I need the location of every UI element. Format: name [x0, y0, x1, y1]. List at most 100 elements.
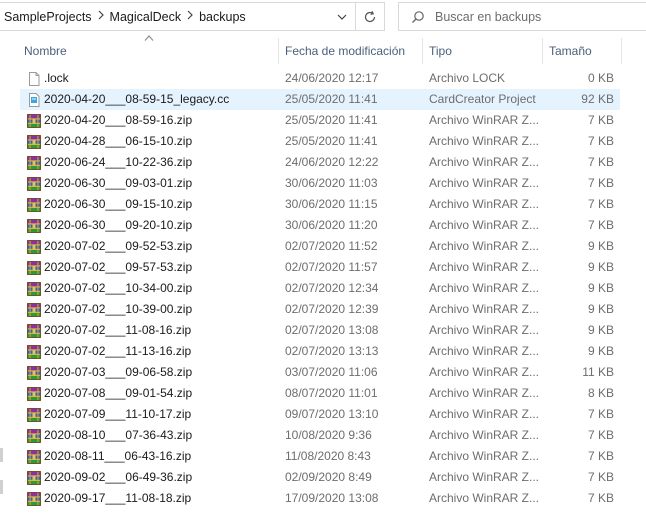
file-size: 11 KB	[582, 365, 614, 379]
file-name: 2020-07-08___09-01-54.zip	[44, 386, 193, 400]
file-date-modified: 08/07/2020 11:01	[285, 386, 378, 400]
winrar-archive-icon	[27, 240, 41, 254]
column-divider[interactable]	[621, 38, 622, 64]
file-size: 7 KB	[587, 155, 614, 169]
file-name: 2020-06-24___10-22-36.zip	[44, 155, 193, 169]
file-row[interactable]: 2020-08-11___06-43-16.zip 11/08/2020 8:43…	[20, 446, 620, 467]
file-name: 2020-07-02___10-39-00.zip	[44, 302, 193, 316]
address-dropdown-chevron-down-icon[interactable]	[329, 3, 355, 30]
file-row[interactable]: 2020-06-30___09-03-01.zip 30/06/2020 11:0…	[20, 173, 620, 194]
breadcrumb-magicaldeck[interactable]: MagicalDeck	[110, 10, 182, 24]
file-type: Archivo WinRAR Z...	[429, 449, 540, 463]
file-date-modified: 30/06/2020 11:20	[285, 218, 378, 232]
file-row[interactable]: 2020-09-17___11-08-18.zip 17/09/2020 13:0…	[20, 488, 620, 509]
file-row[interactable]: .lock 24/06/2020 12:17 Archivo LOCK 0 KB	[20, 68, 620, 89]
file-row[interactable]: 2020-04-28___06-15-10.zip 25/05/2020 11:4…	[20, 131, 620, 152]
file-name: 2020-08-10___07-36-43.zip	[44, 428, 193, 442]
file-row[interactable]: 2020-07-09___11-10-17.zip 09/07/2020 13:1…	[20, 404, 620, 425]
winrar-archive-icon	[27, 324, 41, 338]
file-row[interactable]: 2020-06-30___09-15-10.zip 30/06/2020 11:1…	[20, 194, 620, 215]
search-icon	[412, 10, 424, 23]
file-row[interactable]: 2020-07-02___09-52-53.zip 02/07/2020 11:5…	[20, 236, 620, 257]
file-size: 7 KB	[587, 470, 614, 484]
file-size: 9 KB	[587, 302, 614, 316]
column-header-size[interactable]: Tamaño	[543, 36, 621, 66]
cardcreator-file-icon	[29, 93, 40, 107]
address-bar[interactable]: SampleProjects MagicalDeck backups	[0, 2, 356, 31]
file-date-modified: 25/05/2020 11:41	[285, 113, 378, 127]
file-date-modified: 02/07/2020 12:39	[285, 302, 379, 316]
file-row[interactable]: 2020-04-20___08-59-15_legacy.cc 25/05/202…	[20, 89, 620, 110]
file-name: 2020-09-02___06-49-36.zip	[44, 470, 193, 484]
column-header-type[interactable]: Tipo	[423, 36, 542, 66]
winrar-archive-icon	[27, 303, 41, 317]
breadcrumb-chevron-icon[interactable]	[181, 10, 199, 23]
file-size: 7 KB	[587, 176, 614, 190]
file-type: Archivo WinRAR Z...	[429, 113, 540, 127]
file-name: 2020-06-30___09-03-01.zip	[44, 176, 193, 190]
file-date-modified: 30/06/2020 11:15	[285, 197, 378, 211]
file-name: 2020-08-11___06-43-16.zip	[44, 449, 192, 463]
file-row[interactable]: 2020-07-02___10-34-00.zip 02/07/2020 12:3…	[20, 278, 620, 299]
file-name: 2020-07-09___11-10-17.zip	[44, 407, 192, 421]
file-size: 0 KB	[587, 71, 614, 85]
file-name: 2020-07-02___10-34-00.zip	[44, 281, 193, 295]
winrar-archive-icon	[27, 198, 41, 212]
file-size: 7 KB	[587, 428, 614, 442]
file-row[interactable]: 2020-08-10___07-36-43.zip 10/08/2020 9:36…	[20, 425, 620, 446]
file-row[interactable]: 2020-07-02___10-39-00.zip 02/07/2020 12:3…	[20, 299, 620, 320]
refresh-button[interactable]	[356, 2, 385, 31]
winrar-archive-icon	[27, 471, 41, 485]
file-type: Archivo WinRAR Z...	[429, 470, 540, 484]
file-size: 92 KB	[581, 92, 614, 106]
file-date-modified: 11/08/2020 8:43	[285, 449, 371, 463]
column-header-date[interactable]: Fecha de modificación	[279, 36, 422, 66]
file-name: 2020-07-02___11-08-16.zip	[44, 323, 192, 337]
file-size: 9 KB	[587, 323, 614, 337]
scroll-edge-marker	[0, 448, 3, 462]
file-row[interactable]: 2020-07-02___09-57-53.zip 02/07/2020 11:5…	[20, 257, 620, 278]
scroll-edge-marker	[0, 480, 3, 494]
search-box[interactable]	[398, 2, 646, 31]
file-name: 2020-04-28___06-15-10.zip	[44, 134, 193, 148]
file-date-modified: 25/05/2020 11:41	[285, 92, 378, 106]
file-size: 8 KB	[587, 386, 614, 400]
file-type: Archivo WinRAR Z...	[429, 491, 540, 505]
file-row[interactable]: 2020-04-20___08-59-16.zip 25/05/2020 11:4…	[20, 110, 620, 131]
file-type: Archivo WinRAR Z...	[429, 407, 540, 421]
file-date-modified: 24/06/2020 12:22	[285, 155, 379, 169]
winrar-archive-icon	[27, 366, 41, 380]
file-type: Archivo WinRAR Z...	[429, 344, 540, 358]
file-date-modified: 02/07/2020 12:34	[285, 281, 379, 295]
search-input[interactable]	[435, 9, 635, 24]
file-name: 2020-07-02___11-13-16.zip	[44, 344, 192, 358]
file-date-modified: 10/08/2020 9:36	[285, 428, 372, 442]
file-date-modified: 02/07/2020 13:08	[285, 323, 379, 337]
navigation-bar: SampleProjects MagicalDeck backups	[0, 0, 646, 34]
file-type: Archivo WinRAR Z...	[429, 218, 540, 232]
breadcrumb-chevron-icon[interactable]	[92, 10, 110, 23]
column-header-bar: Nombre Fecha de modificación Tipo Tamaño	[0, 35, 646, 66]
file-type: Archivo WinRAR Z...	[429, 302, 540, 316]
file-name: 2020-09-17___11-08-18.zip	[44, 491, 192, 505]
winrar-archive-icon	[27, 429, 41, 443]
file-type: Archivo WinRAR Z...	[429, 281, 540, 295]
winrar-archive-icon	[27, 492, 41, 506]
file-row[interactable]: 2020-07-03___09-06-58.zip 03/07/2020 11:0…	[20, 362, 620, 383]
file-row[interactable]: 2020-07-08___09-01-54.zip 08/07/2020 11:0…	[20, 383, 620, 404]
file-row[interactable]: 2020-06-24___10-22-36.zip 24/06/2020 12:2…	[20, 152, 620, 173]
file-size: 9 KB	[587, 281, 614, 295]
winrar-archive-icon	[27, 156, 41, 170]
file-row[interactable]: 2020-09-02___06-49-36.zip 02/09/2020 8:49…	[20, 467, 620, 488]
winrar-archive-icon	[27, 219, 41, 233]
breadcrumb-sampleprojects[interactable]: SampleProjects	[4, 10, 92, 24]
file-size: 9 KB	[587, 239, 614, 253]
column-header-name[interactable]: Nombre	[18, 36, 278, 66]
file-type: Archivo WinRAR Z...	[429, 323, 540, 337]
breadcrumb-backups[interactable]: backups	[199, 10, 246, 24]
file-row[interactable]: 2020-06-30___09-20-10.zip 30/06/2020 11:2…	[20, 215, 620, 236]
file-row[interactable]: 2020-07-02___11-08-16.zip 02/07/2020 13:0…	[20, 320, 620, 341]
file-row[interactable]: 2020-07-02___11-13-16.zip 02/07/2020 13:1…	[20, 341, 620, 362]
file-size: 7 KB	[587, 113, 614, 127]
winrar-archive-icon	[27, 345, 41, 359]
